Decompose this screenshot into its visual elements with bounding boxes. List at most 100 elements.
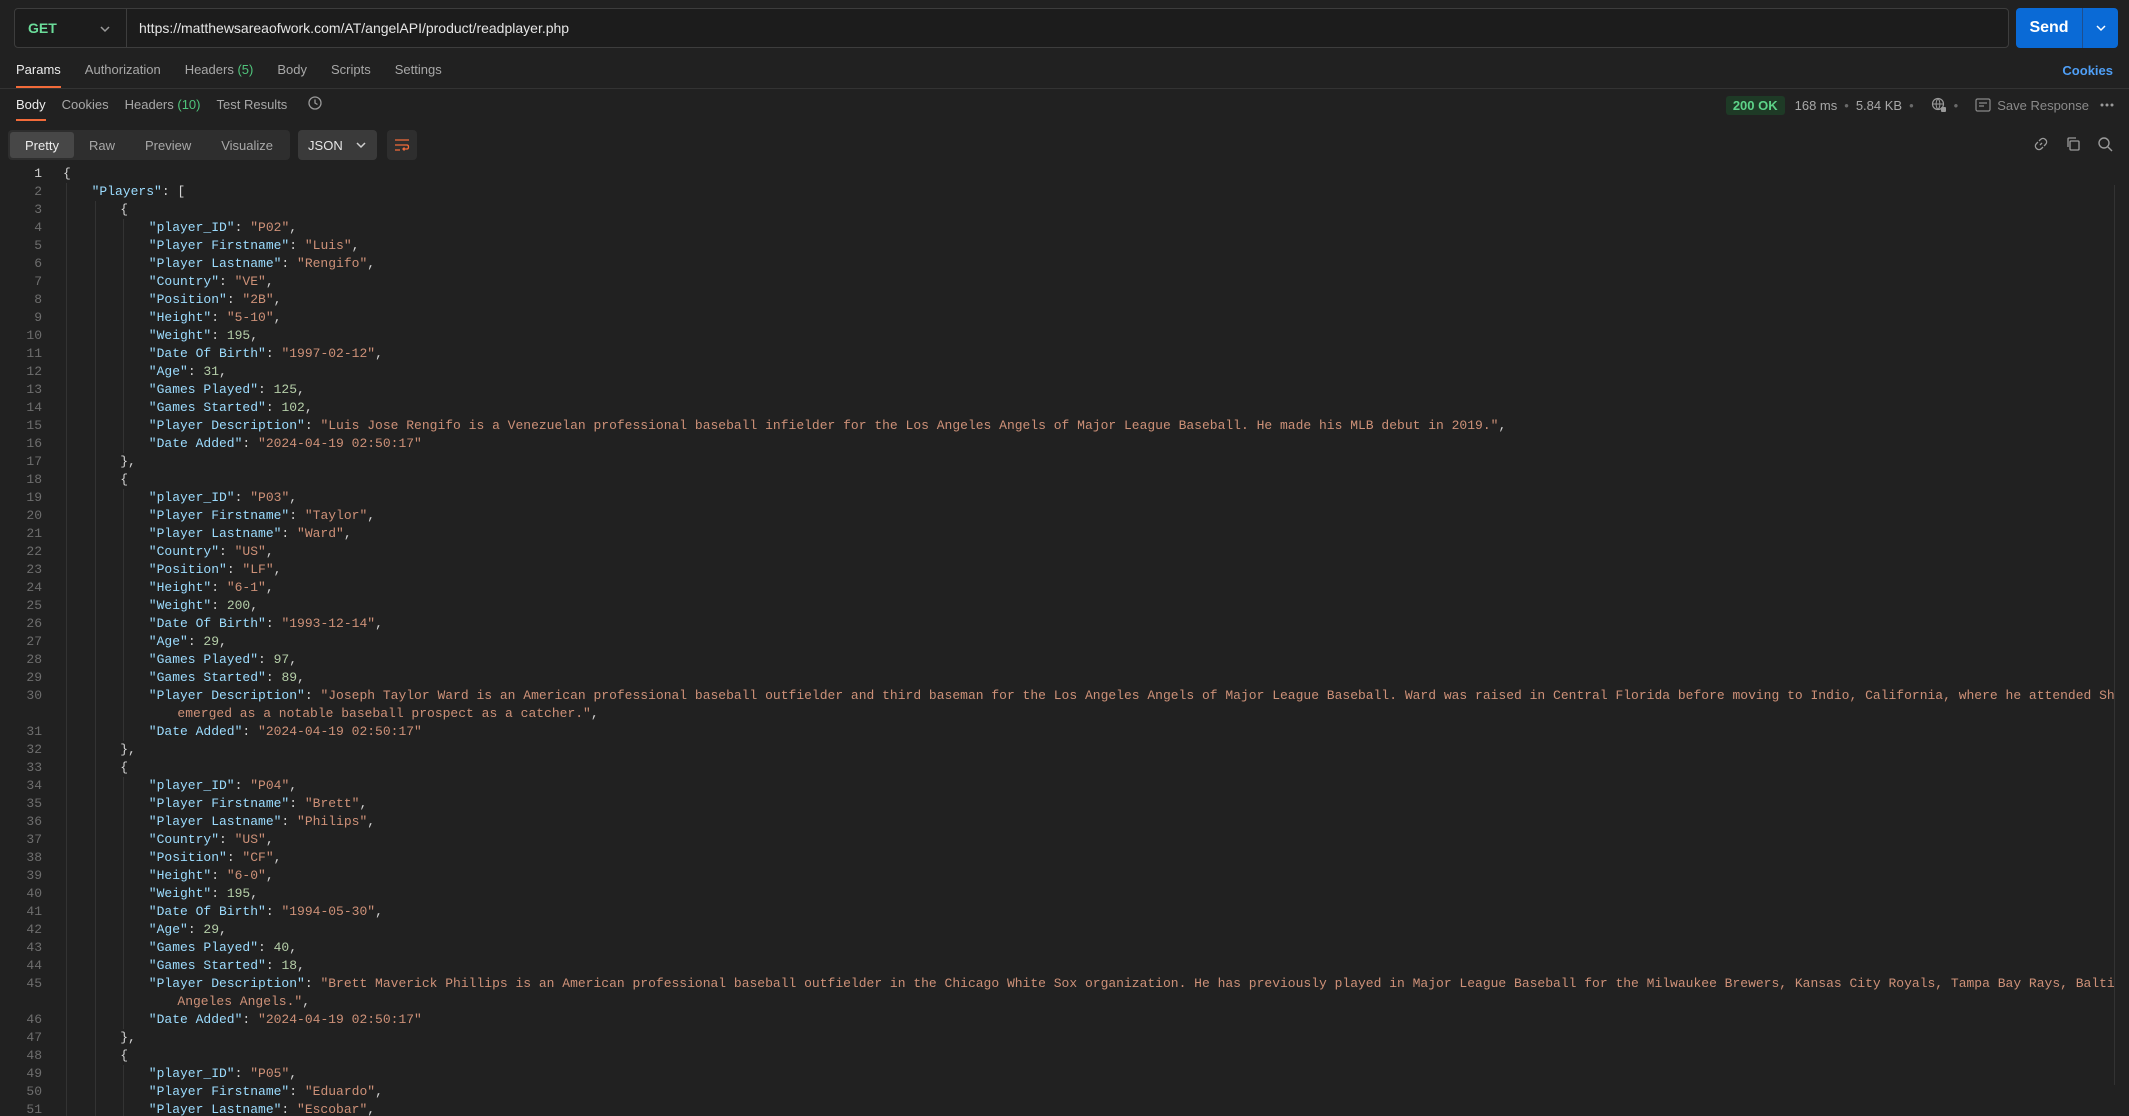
send-options-button[interactable] — [2082, 8, 2118, 48]
json-key: "Players" — [91, 184, 162, 199]
view-visualize[interactable]: Visualize — [206, 132, 288, 158]
tab-authorization[interactable]: Authorization — [85, 62, 161, 88]
json-string: "P02" — [250, 220, 290, 235]
code-text: { — [66, 201, 128, 219]
indent-guide — [66, 363, 67, 381]
tab-test-results[interactable]: Test Results — [217, 97, 288, 121]
indent-guide — [66, 957, 67, 975]
tab-headers[interactable]: Headers (5) — [185, 62, 254, 88]
vertical-scrollbar[interactable] — [2114, 185, 2115, 1085]
status-badge[interactable]: 200 OK — [1725, 95, 1785, 115]
tab-response-cookies[interactable]: Cookies — [62, 97, 109, 121]
json-punct: , — [297, 382, 305, 397]
json-punct: : — [211, 868, 227, 883]
code-text: { — [66, 471, 128, 489]
separator-dot: • — [1844, 97, 1849, 113]
code-line: 27 "Age": 29, — [0, 633, 2115, 651]
indent-guide — [123, 1065, 125, 1083]
response-body-code[interactable]: 1{2 "Players": [3{4 "player_ID": "P02", 5 "P… — [0, 165, 2115, 1116]
tab-response-body[interactable]: Body — [16, 97, 46, 121]
url-input[interactable] — [127, 9, 1977, 47]
json-string: "US" — [234, 544, 266, 559]
tab-scripts[interactable]: Scripts — [331, 62, 371, 88]
code-text: }, — [66, 741, 136, 759]
json-key: "Age" — [148, 922, 188, 937]
json-string: "Rengifo" — [297, 256, 368, 271]
search-icon[interactable] — [2097, 136, 2113, 152]
cookies-link[interactable]: Cookies — [2062, 63, 2113, 78]
json-string: "Eduardo" — [304, 1084, 376, 1099]
view-pretty[interactable]: Pretty — [10, 132, 74, 158]
indent-guide — [94, 1083, 96, 1101]
view-preview[interactable]: Preview — [130, 132, 206, 158]
response-time[interactable]: 168 ms — [1795, 98, 1838, 113]
code-text: "Player Description": "Brett Maverick Ph… — [66, 975, 2115, 993]
send-button[interactable]: Send — [2016, 8, 2082, 48]
indent-guide — [66, 381, 67, 399]
json-string: "6-0" — [226, 868, 266, 883]
indent-guide — [94, 867, 96, 885]
more-options-icon[interactable] — [2099, 102, 2115, 108]
indent-guide — [123, 363, 125, 381]
json-punct: : — [258, 382, 274, 397]
json-punct: : — [304, 688, 321, 703]
code-line: 19 "player_ID": "P03", — [0, 489, 2115, 507]
indent-guide — [94, 813, 96, 831]
code-line: 6 "Player Lastname": "Rengifo", — [0, 255, 2115, 273]
code-text: "Games Played": 97, — [66, 651, 297, 669]
json-key: "Date Of Birth" — [148, 616, 266, 631]
line-number: 43 — [26, 940, 42, 955]
json-key: "Player Firstname" — [148, 238, 290, 253]
json-punct: { — [120, 202, 128, 217]
code-line: 30 "Player Description": "Joseph Taylor W… — [0, 687, 2115, 705]
json-punct: : — [219, 544, 235, 559]
tab-body[interactable]: Body — [277, 62, 307, 88]
line-number: 33 — [26, 760, 42, 775]
json-string: "P03" — [250, 490, 290, 505]
json-key: "Weight" — [148, 886, 212, 901]
json-punct: , — [219, 922, 227, 937]
network-globe-icon[interactable] — [1931, 97, 1947, 113]
response-size[interactable]: 5.84 KB — [1856, 98, 1902, 113]
link-icon[interactable] — [2033, 136, 2049, 152]
format-select[interactable]: JSON — [298, 130, 377, 160]
view-raw[interactable]: Raw — [74, 132, 130, 158]
history-icon[interactable] — [307, 95, 323, 121]
request-tabs: Params Authorization Headers (5) Body Sc… — [16, 62, 466, 88]
tab-settings[interactable]: Settings — [395, 62, 442, 88]
json-string: "Luis" — [304, 238, 352, 253]
indent-guide — [66, 669, 67, 687]
save-response-button[interactable]: Save Response — [1975, 98, 2089, 113]
json-number: 89 — [281, 670, 298, 685]
code-text: "Games Started": 18, — [66, 957, 305, 975]
code-text: "Height": "6-1", — [66, 579, 274, 597]
indent-guide — [66, 921, 67, 939]
code-line: Angeles Angels.", — [0, 993, 2115, 1011]
json-punct: : — [234, 1066, 251, 1081]
tab-params[interactable]: Params — [16, 62, 61, 88]
code-line: emerged as a notable baseball prospect a… — [0, 705, 2115, 723]
tab-response-headers[interactable]: Headers (10) — [125, 97, 201, 121]
indent-guide — [94, 291, 96, 309]
indent-guide — [94, 345, 96, 363]
json-key: "Age" — [148, 634, 188, 649]
json-punct: : — [226, 850, 243, 865]
indent-guide — [94, 219, 96, 237]
json-key: "Player Description" — [148, 418, 305, 433]
indent-guide — [66, 255, 67, 273]
code-text: "Height": "6-0", — [66, 867, 274, 885]
code-line: 18 { — [0, 471, 2115, 489]
indent-guide — [94, 543, 96, 561]
format-label: JSON — [308, 137, 343, 153]
wrap-lines-button[interactable] — [386, 130, 417, 160]
method-select[interactable]: GET — [15, 9, 127, 47]
line-number: 39 — [26, 868, 42, 883]
indent-guide — [66, 1047, 67, 1065]
json-punct: , — [250, 328, 259, 343]
copy-icon[interactable] — [2065, 136, 2081, 152]
indent-guide — [94, 237, 96, 255]
code-text: "player_ID": "P03", — [66, 489, 297, 507]
json-string: emerged as a notable baseball prospect a… — [177, 706, 591, 721]
line-number: 1 — [34, 166, 42, 181]
json-punct: : — [219, 832, 235, 847]
